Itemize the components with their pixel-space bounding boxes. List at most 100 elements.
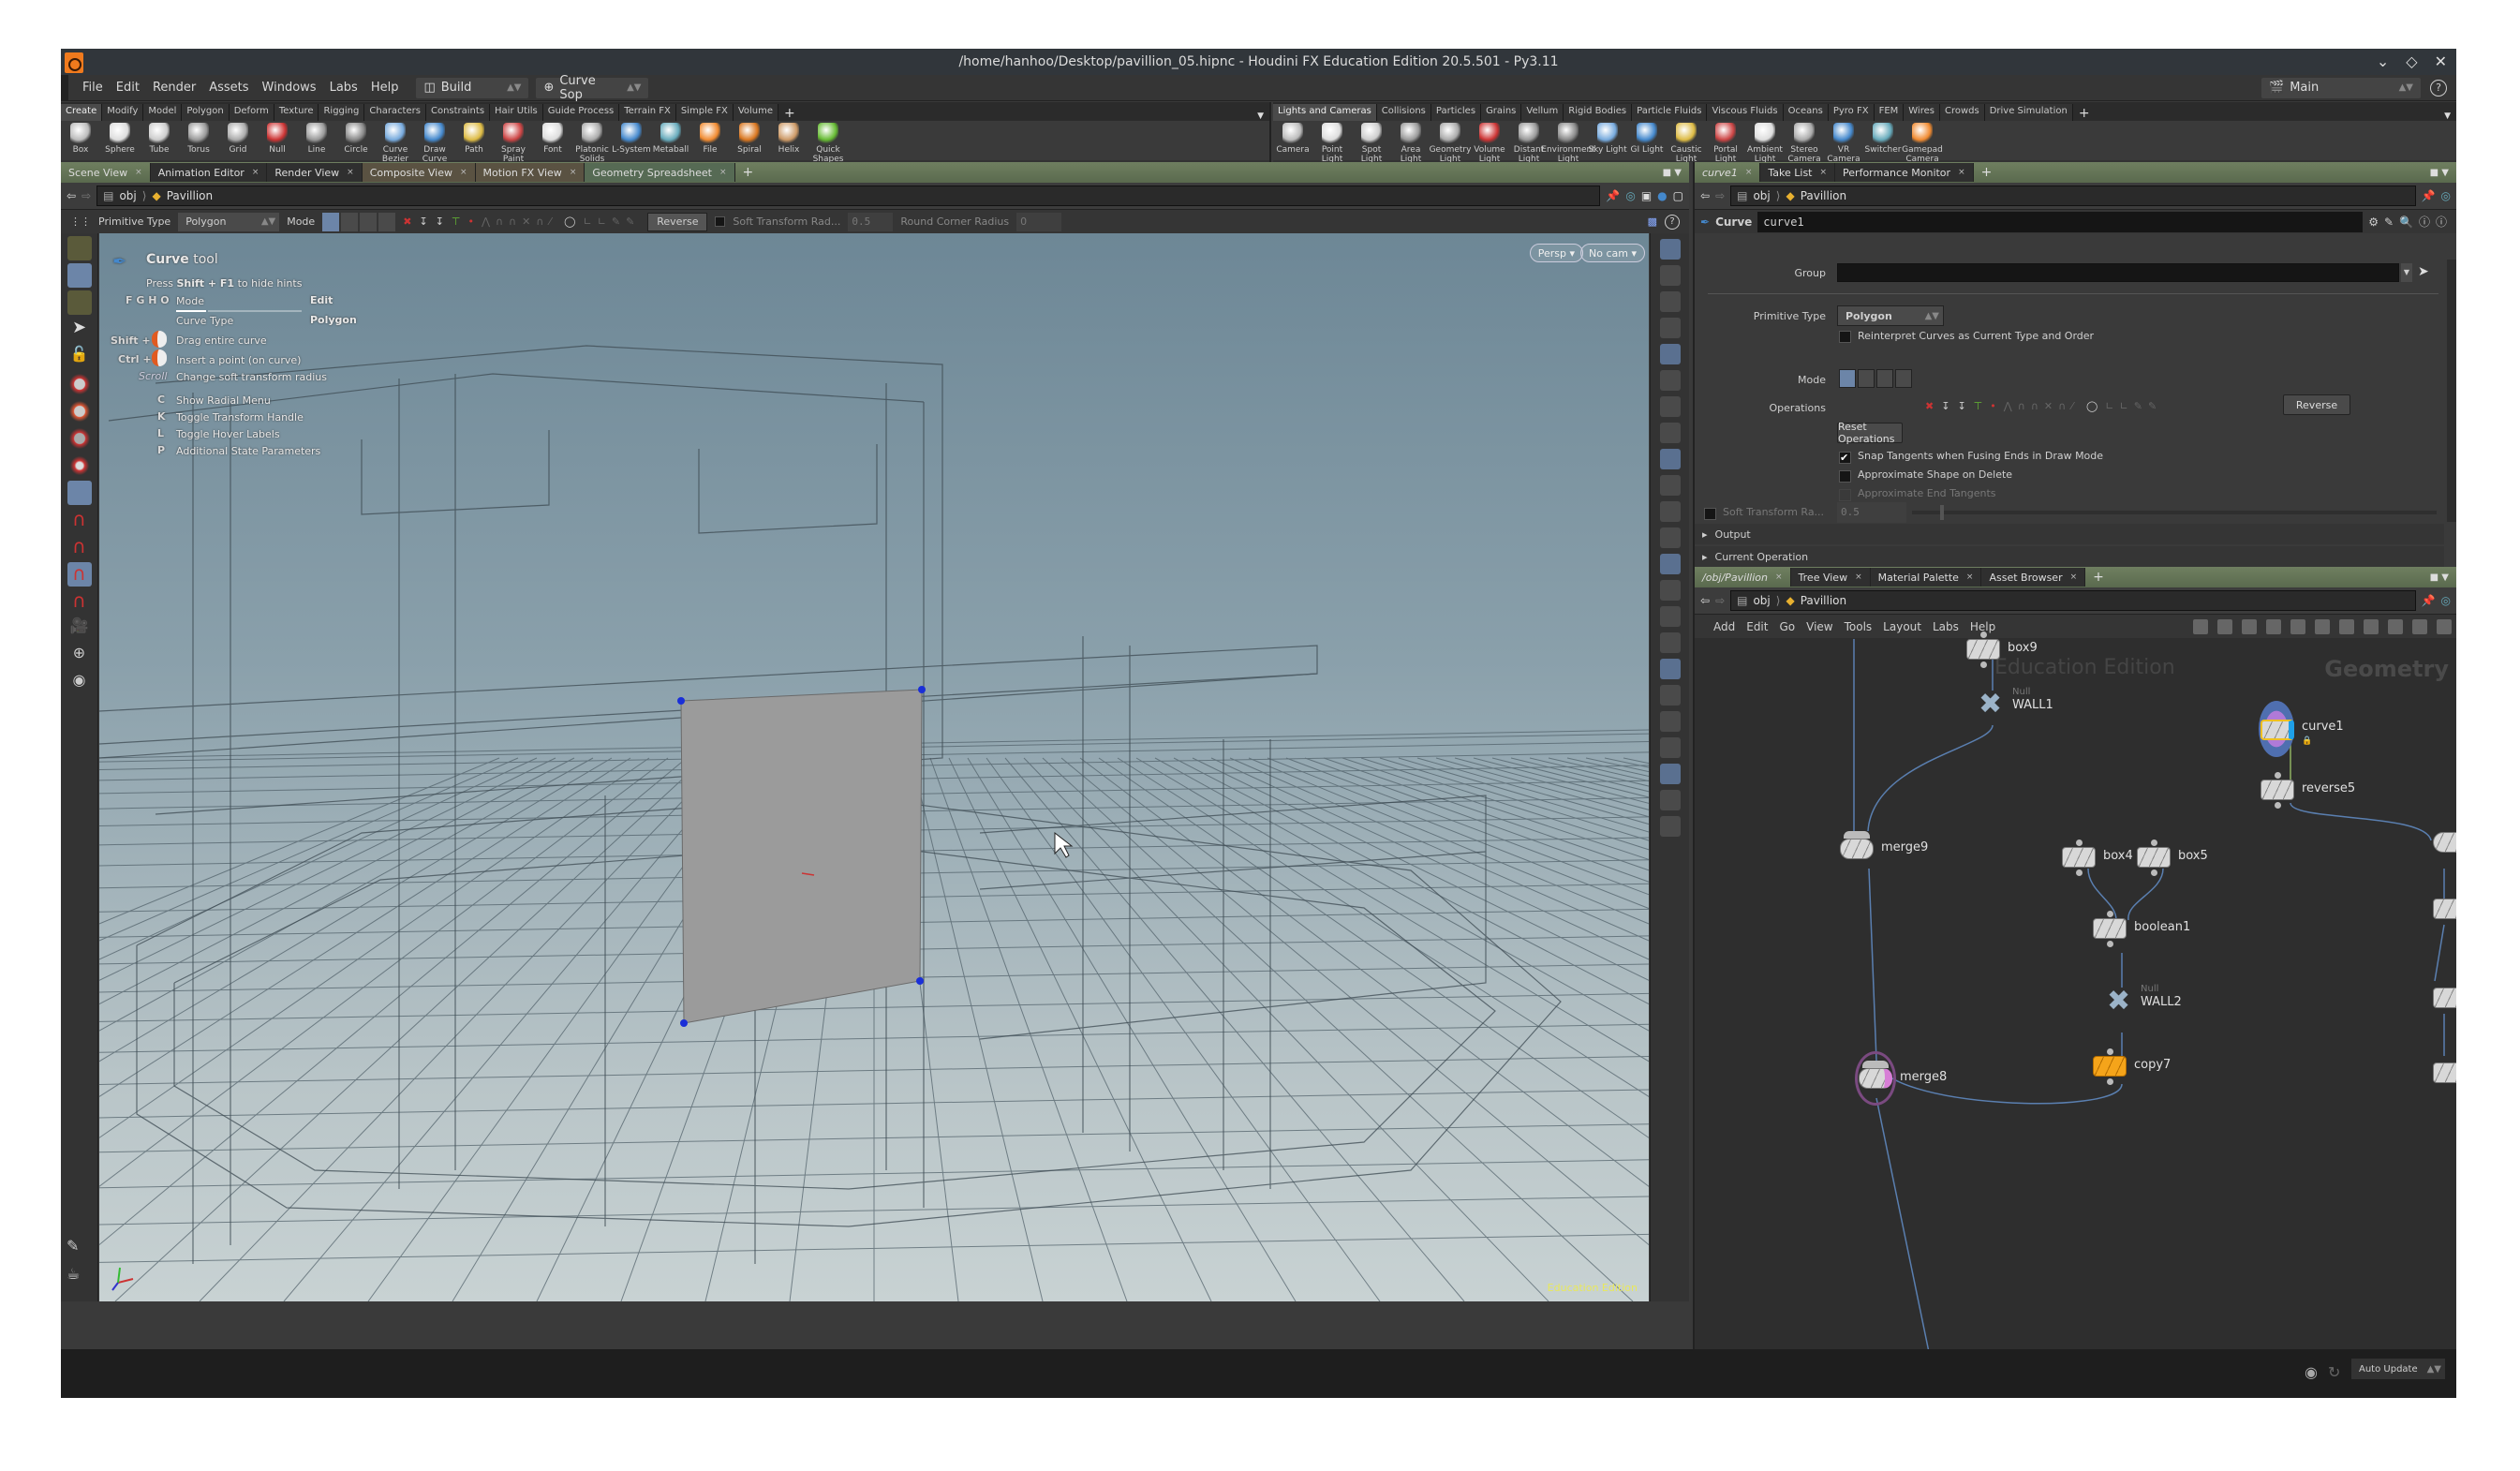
- shelf-tool[interactable]: Sphere: [100, 123, 140, 155]
- menu-help[interactable]: Help: [364, 81, 406, 95]
- edit-mode-button[interactable]: [1839, 369, 1856, 388]
- 3d-viewport[interactable]: ✒ Curve tool Press Shift + F1 to hide hi…: [99, 233, 1649, 1301]
- pane-tab[interactable]: Material Palette ×: [1870, 568, 1982, 587]
- handle-tool-icon[interactable]: [67, 481, 92, 505]
- close-curve-icon[interactable]: ◯: [564, 215, 575, 228]
- pane-tab[interactable]: Composite View ×: [362, 163, 476, 182]
- edit-mode-button[interactable]: [322, 212, 340, 231]
- add-tab-icon[interactable]: +: [1974, 165, 2000, 180]
- curve-polygon[interactable]: [680, 689, 923, 1024]
- network-menu-item[interactable]: Add: [1708, 620, 1741, 633]
- desktop-dropdown[interactable]: ◫ Build ▲▼: [416, 77, 529, 98]
- network-canvas[interactable]: Education Edition Geometry box9 ✖ Null W…: [1695, 631, 2456, 1352]
- menu-labs[interactable]: Labs: [323, 81, 364, 95]
- reverse-button[interactable]: Reverse: [2283, 394, 2350, 415]
- close-tab-icon[interactable]: ×: [1966, 572, 1974, 582]
- insert-op-icon[interactable]: ⊤: [452, 215, 461, 228]
- construction-plane-icon[interactable]: ⊕: [67, 644, 92, 668]
- network-menu-item[interactable]: Edit: [1741, 620, 1773, 633]
- close-tab-icon[interactable]: ×: [1745, 168, 1753, 177]
- approx-shape-checkbox[interactable]: [1839, 470, 1851, 483]
- normal-display-icon[interactable]: [1659, 501, 1681, 522]
- shelf-tab[interactable]: Polygon: [182, 104, 230, 121]
- shelf-tool[interactable]: Portal Light: [1706, 123, 1745, 164]
- shelf-tool[interactable]: Metaball: [651, 123, 690, 155]
- delete-mode-button[interactable]: [1895, 369, 1912, 388]
- shelf-tool[interactable]: VR Camera: [1824, 123, 1863, 164]
- pose-tool-icon[interactable]: [67, 453, 92, 478]
- shelf-tab[interactable]: Lights and Cameras: [1273, 104, 1377, 121]
- shelf-tool[interactable]: Spray Paint: [494, 123, 533, 164]
- shelf-tool[interactable]: Curve Bezier: [376, 123, 415, 164]
- shelf-tool[interactable]: Ambient Light: [1745, 123, 1785, 164]
- shelf-tool[interactable]: Helix: [769, 123, 808, 155]
- group-dropdown-arrow[interactable]: ▼: [2401, 263, 2412, 282]
- search-icon[interactable]: 🔍: [2399, 215, 2413, 229]
- shelf-tab[interactable]: Simple FX: [675, 104, 734, 121]
- home-icon[interactable]: [1659, 291, 1681, 312]
- cook-icon[interactable]: ◉: [2305, 1363, 2318, 1381]
- close-tab-icon[interactable]: ×: [135, 168, 142, 177]
- shelf-tab[interactable]: Wires: [1904, 104, 1940, 121]
- shelf-tab[interactable]: Model: [143, 104, 183, 121]
- shelf-tab[interactable]: Terrain FX: [619, 104, 676, 121]
- lock-icon[interactable]: 🔓: [67, 345, 92, 369]
- collapse-handle[interactable]: [61, 75, 68, 100]
- pane-tab[interactable]: Geometry Spreadsheet ×: [585, 163, 735, 182]
- delete-op-icon[interactable]: ✖: [1925, 400, 1934, 412]
- shelf-tab[interactable]: Rigid Bodies: [1564, 104, 1633, 121]
- pane-tab[interactable]: Performance Monitor ×: [1835, 163, 1974, 182]
- shelf-tool[interactable]: Line: [297, 123, 336, 155]
- grid-handle-icon[interactable]: ⋮⋮: [70, 215, 91, 228]
- shelf-tool[interactable]: Geometry Light: [1430, 123, 1471, 164]
- shelf-tool[interactable]: Path: [454, 123, 494, 155]
- back-arrow-icon[interactable]: ⇦: [1700, 594, 1710, 607]
- pane-menu-icon[interactable]: ■ ▼: [2430, 572, 2456, 583]
- prim-display-icon[interactable]: [1659, 554, 1681, 574]
- close-tab-icon[interactable]: ×: [1820, 168, 1828, 177]
- delete-mode-button[interactable]: [378, 212, 396, 231]
- shelf-tool[interactable]: Draw Curve: [415, 123, 454, 164]
- move-tool-icon[interactable]: [67, 372, 92, 396]
- remove-op-icon[interactable]: •: [467, 215, 474, 228]
- shelf-tool[interactable]: GI Light: [1627, 123, 1667, 155]
- snap-grid-icon[interactable]: ∩: [67, 508, 92, 532]
- network-node[interactable]: boolean1: [2093, 911, 2243, 965]
- close-tab-icon[interactable]: ×: [460, 168, 467, 177]
- curve-point[interactable]: [916, 977, 924, 985]
- curve-point[interactable]: [680, 1019, 688, 1027]
- pane-tab[interactable]: Animation Editor ×: [150, 163, 268, 182]
- snap-tangents-checkbox[interactable]: ✔: [1839, 452, 1851, 464]
- shading-cube-icon[interactable]: ▣: [1641, 189, 1652, 202]
- link-icon[interactable]: ◎: [2441, 189, 2451, 202]
- partial-merge-node[interactable]: [2433, 826, 2456, 858]
- package-icon[interactable]: [2388, 618, 2403, 634]
- pane-tab[interactable]: Scene View ×: [61, 163, 151, 182]
- shelf-tab[interactable]: Drive Simulation: [1984, 104, 2073, 121]
- close-curve-icon[interactable]: ◯: [2086, 400, 2098, 412]
- shelf-tab[interactable]: Grains: [1481, 104, 1522, 121]
- pane-tab[interactable]: curve1 ×: [1695, 163, 1761, 182]
- lock-camera-icon[interactable]: [1659, 265, 1681, 286]
- help-icon[interactable]: ⓘ: [2436, 214, 2447, 230]
- partial-node[interactable]: [2433, 1062, 2456, 1083]
- pan-icon[interactable]: [1659, 239, 1681, 260]
- background-icon[interactable]: ▢: [1673, 189, 1683, 202]
- path-field[interactable]: ▤ obj ⟩ ◆ Pavillion: [1730, 590, 2416, 611]
- shelf-tab[interactable]: Viscous Fluids: [1707, 104, 1784, 121]
- shelf-tab[interactable]: Create: [61, 104, 103, 121]
- back-arrow-icon[interactable]: ⇦: [67, 189, 76, 202]
- info-icon[interactable]: [1659, 816, 1681, 837]
- shelf-tool[interactable]: Volume Light: [1470, 123, 1509, 164]
- refresh-icon[interactable]: ↻: [2328, 1363, 2340, 1381]
- shelf-tool[interactable]: Grid: [218, 123, 258, 155]
- input-connector[interactable]: [2107, 911, 2113, 917]
- network-node[interactable]: box5: [2137, 840, 2287, 894]
- uv-icon[interactable]: [1659, 580, 1681, 601]
- shelf-tab[interactable]: Texture: [274, 104, 319, 121]
- shelf-tab[interactable]: Collisions: [1376, 104, 1431, 121]
- frame-icon[interactable]: [1659, 318, 1681, 338]
- light-icon[interactable]: [1659, 370, 1681, 391]
- update-mode-select[interactable]: Auto Update ▲▼: [2351, 1359, 2445, 1379]
- teapot-icon[interactable]: ☕: [67, 1265, 91, 1289]
